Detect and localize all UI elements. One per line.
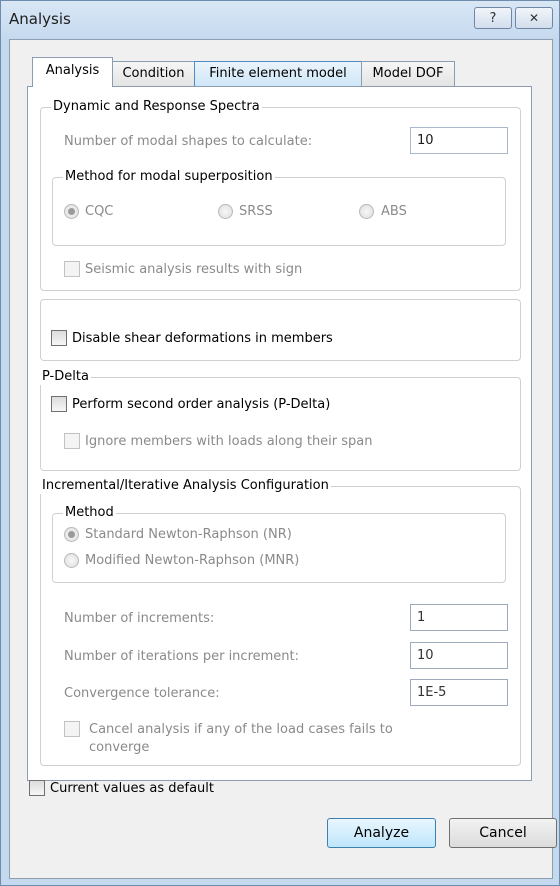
analyze-button[interactable]: Analyze (327, 818, 436, 848)
srss-radio[interactable] (218, 204, 233, 219)
cancel-on-fail-checkbox[interactable] (64, 721, 80, 737)
tolerance-label: Convergence tolerance: (64, 686, 220, 701)
seismic-sign-label: Seismic analysis results with sign (85, 262, 303, 277)
seismic-sign-checkbox[interactable] (64, 261, 80, 277)
dialog-client-area: Analysis Condition Finite element model … (9, 39, 557, 879)
standard-nr-label: Standard Newton-Raphson (NR) (85, 527, 292, 542)
window-title: Analysis (9, 10, 71, 28)
dynamic-group: Dynamic and Response Spectra Number of m… (40, 99, 521, 291)
cancel-on-fail-label-line1: Cancel analysis if any of the load cases… (89, 722, 393, 737)
increments-input[interactable]: 1 (410, 604, 508, 631)
current-default-label: Current values as default (50, 781, 214, 796)
dynamic-group-label: Dynamic and Response Spectra (51, 99, 262, 115)
analysis-dialog: Analysis ? ✕ Analysis Condition Finite e… (0, 0, 560, 886)
title-bar[interactable]: Analysis ? ✕ (1, 1, 559, 39)
disable-shear-checkbox[interactable] (51, 330, 67, 346)
abs-label: ABS (381, 204, 407, 219)
help-icon: ? (489, 10, 497, 26)
incremental-method-group: Method Standard Newton-Raphson (NR) Modi… (52, 505, 506, 583)
modified-nr-label: Modified Newton-Raphson (MNR) (85, 553, 300, 568)
iterations-label: Number of iterations per increment: (64, 649, 300, 664)
tab-model-dof[interactable]: Model DOF (361, 61, 455, 86)
current-default-checkbox[interactable] (29, 780, 45, 796)
tolerance-input[interactable]: 1E-5 (410, 679, 508, 706)
cancel-on-fail-label-line2: converge (89, 740, 150, 755)
tab-panel-analysis: Dynamic and Response Spectra Number of m… (27, 86, 532, 781)
close-button[interactable]: ✕ (515, 7, 553, 29)
shear-group: Disable shear deformations in members (40, 299, 521, 361)
close-icon: ✕ (528, 11, 540, 25)
modal-shapes-label: Number of modal shapes to calculate: (64, 134, 313, 149)
modal-method-group: Method for modal superposition CQC SRSS … (52, 169, 506, 246)
abs-radio[interactable] (359, 204, 374, 219)
modal-method-group-label: Method for modal superposition (63, 169, 275, 185)
tab-analysis[interactable]: Analysis (32, 57, 113, 87)
pdelta-group-label: P-Delta (40, 369, 91, 385)
cancel-button[interactable]: Cancel (449, 818, 557, 848)
help-button[interactable]: ? (474, 7, 512, 29)
standard-nr-radio[interactable] (64, 527, 79, 542)
ignore-members-checkbox[interactable] (64, 433, 80, 449)
iterations-input[interactable]: 10 (410, 642, 508, 669)
incremental-group-label: Incremental/Iterative Analysis Configura… (40, 478, 331, 494)
cqc-label: CQC (85, 204, 114, 219)
incremental-method-group-label: Method (63, 505, 116, 521)
perform-pdelta-label: Perform second order analysis (P-Delta) (72, 397, 331, 412)
tab-condition[interactable]: Condition (112, 61, 195, 86)
ignore-members-label: Ignore members with loads along their sp… (85, 434, 373, 449)
perform-pdelta-checkbox[interactable] (51, 396, 67, 412)
incremental-group: Incremental/Iterative Analysis Configura… (40, 478, 521, 766)
tab-finite-element-model[interactable]: Finite element model (194, 61, 362, 86)
pdelta-group: P-Delta Perform second order analysis (P… (40, 369, 521, 471)
disable-shear-label: Disable shear deformations in members (72, 331, 333, 346)
increments-label: Number of increments: (64, 611, 215, 626)
modified-nr-radio[interactable] (64, 553, 79, 568)
cqc-radio[interactable] (64, 204, 79, 219)
srss-label: SRSS (239, 204, 273, 219)
modal-shapes-input[interactable]: 10 (410, 127, 508, 154)
